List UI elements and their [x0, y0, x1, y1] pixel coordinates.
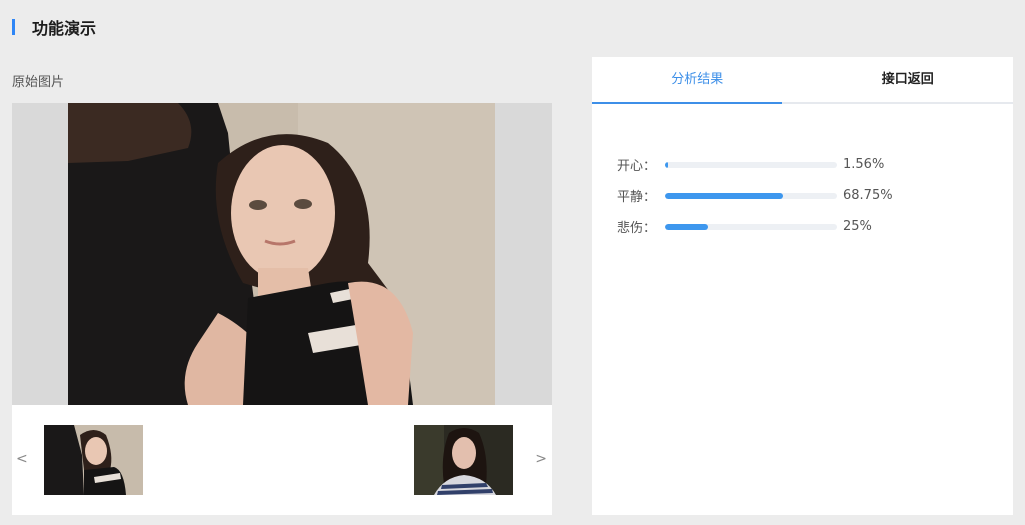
progress-fill [665, 161, 668, 168]
progress-track [665, 223, 837, 230]
thumbnail-woman[interactable] [414, 425, 513, 495]
result-label: 开心： [617, 159, 657, 174]
tab-analysis-result[interactable]: 分析结果 [592, 57, 803, 102]
result-row-sad: 悲伤： 25% [617, 211, 893, 242]
progress-track [665, 161, 837, 168]
result-row-happy: 开心： 1.56% [617, 149, 893, 180]
emotion-results: 开心： 1.56% 平静： 68.75% 悲伤： 25% [617, 149, 893, 242]
tab-api-response[interactable]: 接口返回 [803, 57, 1014, 102]
thumbnail-couple[interactable] [44, 425, 143, 495]
title-accent-bar [12, 19, 15, 35]
main-photo [68, 103, 495, 405]
result-label: 平静： [617, 190, 657, 205]
prev-arrow-button[interactable]: < [16, 451, 28, 467]
page-header: 功能演示 [12, 18, 97, 38]
result-label: 悲伤： [617, 221, 657, 236]
progress-fill [665, 192, 784, 199]
result-value: 25% [843, 219, 872, 234]
original-image-label: 原始图片 [12, 75, 65, 90]
page-title: 功能演示 [32, 19, 97, 38]
result-value: 68.75% [843, 188, 893, 203]
result-panel: 分析结果 接口返回 开心： 1.56% 平静： 68.75% 悲伤： 25% [592, 57, 1013, 515]
progress-fill [665, 223, 708, 230]
result-row-calm: 平静： 68.75% [617, 180, 893, 211]
thumbnail-strip: < > [12, 405, 552, 515]
active-tab-indicator [592, 102, 782, 104]
result-tabs: 分析结果 接口返回 [592, 57, 1013, 104]
main-image-viewer [12, 103, 552, 405]
result-value: 1.56% [843, 157, 885, 172]
next-arrow-button[interactable]: > [535, 451, 547, 467]
progress-track [665, 192, 837, 199]
